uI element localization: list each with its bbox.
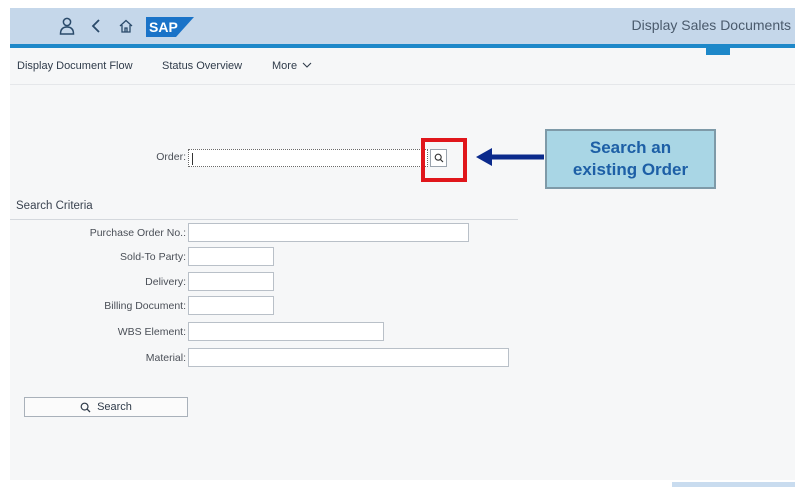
- search-criteria-title: Search Criteria: [16, 200, 93, 212]
- highlight-box: [421, 138, 467, 182]
- billing-document-label: Billing Document:: [104, 300, 186, 312]
- more-label: More: [272, 60, 298, 72]
- shell-bar: SAP Display Sales Documents: [10, 8, 795, 44]
- active-tab-marker: [706, 48, 730, 55]
- toolbar: Display Document Flow Status Overview Mo…: [10, 48, 795, 85]
- wbs-element-input[interactable]: [188, 322, 384, 341]
- status-overview-button[interactable]: Status Overview: [162, 60, 242, 72]
- home-icon[interactable]: [115, 14, 137, 38]
- sap-logo: SAP: [146, 17, 194, 37]
- user-icon[interactable]: [56, 14, 78, 38]
- sold-to-party-input[interactable]: [188, 247, 274, 266]
- wbs-element-label: WBS Element:: [117, 326, 186, 338]
- purchase-order-label: Purchase Order No.:: [89, 227, 186, 239]
- annotation-callout: Search an existing Order: [545, 129, 716, 189]
- delivery-input[interactable]: [188, 272, 274, 291]
- section-divider: [10, 219, 518, 220]
- more-menu-button[interactable]: More: [272, 60, 312, 72]
- arrow-left-icon: [476, 148, 544, 166]
- footer-bar: [672, 482, 795, 487]
- search-button[interactable]: Search: [24, 397, 188, 417]
- material-input[interactable]: [188, 348, 509, 367]
- search-icon: [80, 402, 91, 412]
- display-document-flow-button[interactable]: Display Document Flow: [17, 60, 133, 72]
- chevron-down-icon: [302, 62, 312, 68]
- annotation-line-1: Search an: [589, 138, 672, 157]
- sold-to-party-label: Sold-To Party:: [120, 251, 186, 263]
- material-label: Material:: [145, 352, 186, 364]
- app-title: Display Sales Documents: [631, 17, 791, 33]
- purchase-order-input[interactable]: [188, 223, 469, 242]
- search-button-label: Search: [97, 401, 132, 413]
- billing-document-input[interactable]: [188, 296, 274, 315]
- annotation-line-2: existing Order: [572, 160, 689, 179]
- order-input[interactable]: [188, 149, 428, 167]
- delivery-label: Delivery:: [145, 276, 186, 288]
- text-cursor: [192, 153, 193, 165]
- back-icon[interactable]: [86, 14, 106, 38]
- svg-text:SAP: SAP: [149, 19, 178, 35]
- order-label: Order:: [156, 151, 186, 163]
- app-window: SAP Display Sales Documents Display Docu…: [10, 8, 795, 480]
